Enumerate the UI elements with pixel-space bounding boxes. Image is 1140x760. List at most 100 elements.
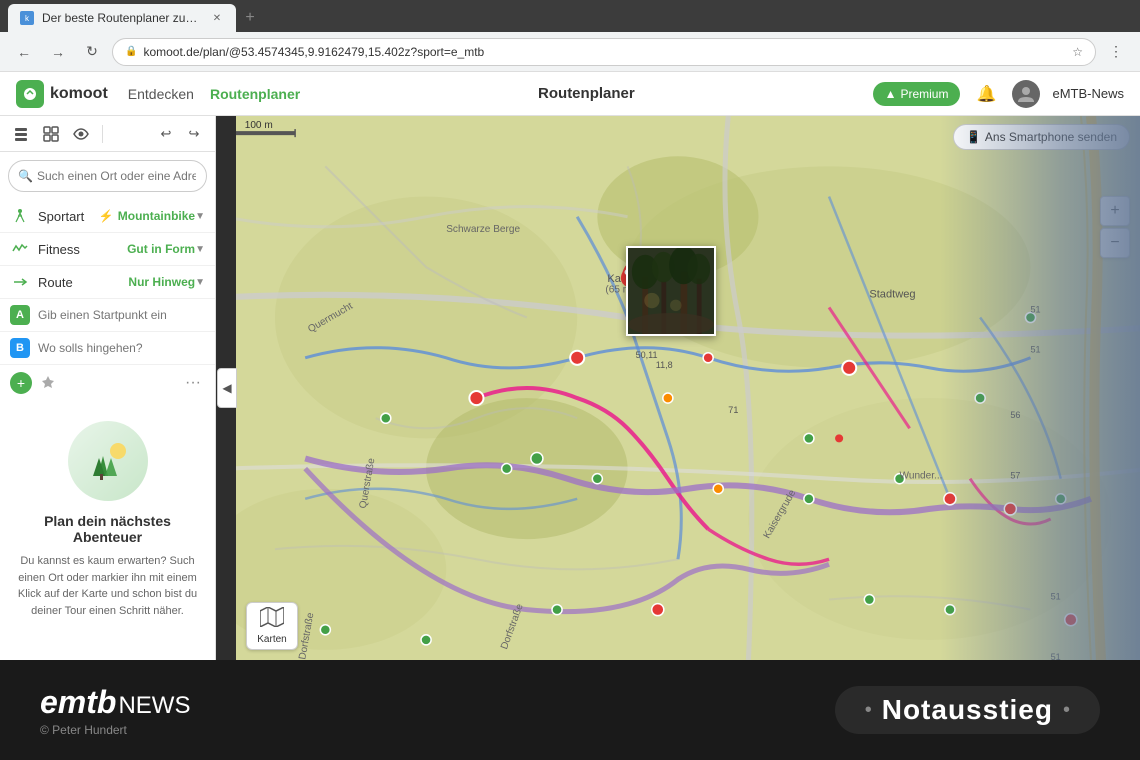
sport-arrow: ▼ <box>195 211 205 222</box>
separator <box>102 125 103 143</box>
waypoint-b-label: B <box>10 338 30 358</box>
route-option[interactable]: Route Nur Hinweg ▼ <box>0 266 215 299</box>
karten-icon <box>260 607 284 632</box>
waypoint-a-input[interactable] <box>38 308 205 322</box>
news-text: NEWS <box>118 692 190 720</box>
svg-text:71: 71 <box>728 405 738 415</box>
browser-tabs: k Der beste Routenplaner zum R... ✕ + <box>0 0 1140 32</box>
komoot-logo-icon <box>16 80 44 108</box>
promo-illustration <box>68 421 148 501</box>
search-wrapper: 🔍 <box>8 160 207 192</box>
nav-routenplaner[interactable]: Routenplaner <box>210 86 300 102</box>
search-icon: 🔍 <box>18 169 33 183</box>
bottom-bar: emtb NEWS © Peter Hundert • Notausstieg … <box>0 660 1140 760</box>
emtb-brand: emtb NEWS <box>40 684 190 721</box>
forward-button[interactable]: → <box>44 38 72 66</box>
fitness-arrow: ▼ <box>195 244 205 255</box>
sport-label: Sportart <box>38 209 99 224</box>
tab-title: Der beste Routenplaner zum R... <box>42 11 202 25</box>
premium-label: Premium <box>900 87 948 101</box>
emtb-text: emtb <box>40 684 116 721</box>
more-button[interactable]: ··· <box>181 371 205 395</box>
extensions-button[interactable]: ⋮ <box>1102 38 1130 66</box>
user-name: eMTB-News <box>1052 86 1124 101</box>
back-button[interactable]: ← <box>10 38 38 66</box>
notausstieg-text: Notausstieg <box>882 694 1053 726</box>
bookmark-icon[interactable]: ☆ <box>1072 45 1083 59</box>
bullet-right: • <box>1063 699 1070 722</box>
sport-option[interactable]: Sportart ⚡ Mountainbike ▼ <box>0 200 215 233</box>
browser-frame: k Der beste Routenplaner zum R... ✕ + ← … <box>0 0 1140 660</box>
route-arrow: ▼ <box>195 277 205 288</box>
undo-button[interactable]: ↩ <box>153 121 179 147</box>
svg-text:11,8: 11,8 <box>656 360 673 370</box>
karten-button[interactable]: Karten <box>246 602 298 650</box>
layers-button[interactable] <box>8 121 34 147</box>
waypoint-b-input[interactable] <box>38 341 205 355</box>
fitness-option[interactable]: Fitness Gut in Form ▼ <box>0 233 215 266</box>
header-nav: Entdecken Routenplaner <box>128 86 300 102</box>
main-content: ↩ ↪ 🔍 Sportart <box>0 116 1140 660</box>
nav-entdecken[interactable]: Entdecken <box>128 86 194 102</box>
undo-redo: ↩ ↪ <box>153 121 207 147</box>
sport-flash-icon: ⚡ <box>99 209 114 223</box>
bullet-left: • <box>865 699 872 722</box>
route-value: Nur Hinweg <box>128 275 195 289</box>
svg-text:Schwarze Berge: Schwarze Berge <box>446 224 520 235</box>
route-icon <box>10 272 30 292</box>
eye-button[interactable] <box>68 121 94 147</box>
tab-favicon: k <box>20 11 34 25</box>
sport-value: ⚡ Mountainbike <box>99 209 195 223</box>
promo-text: Du kannst es kaum erwarten? Such einen O… <box>12 553 203 619</box>
route-label: Route <box>38 275 128 290</box>
waypoint-a-row: A <box>0 299 215 332</box>
toolbar-actions: ⋮ <box>1102 38 1130 66</box>
map-photo-inner <box>628 248 714 334</box>
waypoint-b-row: B <box>0 332 215 365</box>
url-text: komoot.de/plan/@53.4574345,9.9162479,15.… <box>143 45 1066 59</box>
fitness-icon <box>10 239 30 259</box>
address-bar-icons: ☆ <box>1072 45 1083 59</box>
waypoint-a-label: A <box>10 305 30 325</box>
premium-icon: ▲ <box>885 87 897 101</box>
map-photo-popup[interactable] <box>626 246 716 336</box>
grid-button[interactable] <box>38 121 64 147</box>
svg-text:100 m: 100 m <box>245 120 273 131</box>
add-waypoint-button[interactable]: + <box>10 372 32 394</box>
header-right: ▲ Premium 🔔 eMTB-News <box>873 80 1124 108</box>
komoot-logo: komoot <box>16 80 108 108</box>
redo-button[interactable]: ↪ <box>181 121 207 147</box>
browser-toolbar: ← → ↻ 🔒 komoot.de/plan/@53.4574345,9.916… <box>0 32 1140 72</box>
notifications-button[interactable]: 🔔 <box>972 80 1000 108</box>
active-tab[interactable]: k Der beste Routenplaner zum R... ✕ <box>8 4 236 32</box>
map-area[interactable]: Kaisersuhl (65 m) Stadtweg Quermucht Kai… <box>236 116 1140 660</box>
fitness-value: Gut in Form <box>127 242 195 256</box>
komoot-logo-text: komoot <box>50 85 108 103</box>
notausstieg-container: • Notausstieg • <box>835 686 1100 734</box>
komoot-app: komoot Entdecken Routenplaner Routenplan… <box>0 72 1140 660</box>
address-bar[interactable]: 🔒 komoot.de/plan/@53.4574345,9.9162479,1… <box>112 38 1096 66</box>
premium-button[interactable]: ▲ Premium <box>873 82 961 106</box>
new-tab-button[interactable]: + <box>236 4 264 32</box>
waypoint-icon <box>40 374 56 393</box>
copyright-text: © Peter Hundert <box>40 723 190 737</box>
add-row: + ··· <box>0 365 215 401</box>
sport-icon <box>10 206 30 226</box>
fitness-label: Fitness <box>38 242 127 257</box>
tab-close-button[interactable]: ✕ <box>210 11 224 25</box>
sidebar-toolbar: ↩ ↪ <box>0 116 215 152</box>
promo-section: Plan dein nächstes Abenteuer Du kannst e… <box>0 401 215 660</box>
karten-label: Karten <box>257 634 286 645</box>
sidebar: ↩ ↪ 🔍 Sportart <box>0 116 216 660</box>
komoot-header: komoot Entdecken Routenplaner Routenplan… <box>0 72 1140 116</box>
search-input[interactable] <box>8 160 207 192</box>
sidebar-collapse-button[interactable]: ◀ <box>217 368 237 408</box>
reload-button[interactable]: ↻ <box>78 38 106 66</box>
lock-icon: 🔒 <box>125 46 137 57</box>
person-overlay <box>940 116 1140 660</box>
user-avatar <box>1012 80 1040 108</box>
svg-text:50,11: 50,11 <box>636 350 658 360</box>
emtb-logo: emtb NEWS © Peter Hundert <box>40 684 190 737</box>
promo-title: Plan dein nächstes Abenteuer <box>12 513 203 545</box>
header-title: Routenplaner <box>320 85 852 102</box>
